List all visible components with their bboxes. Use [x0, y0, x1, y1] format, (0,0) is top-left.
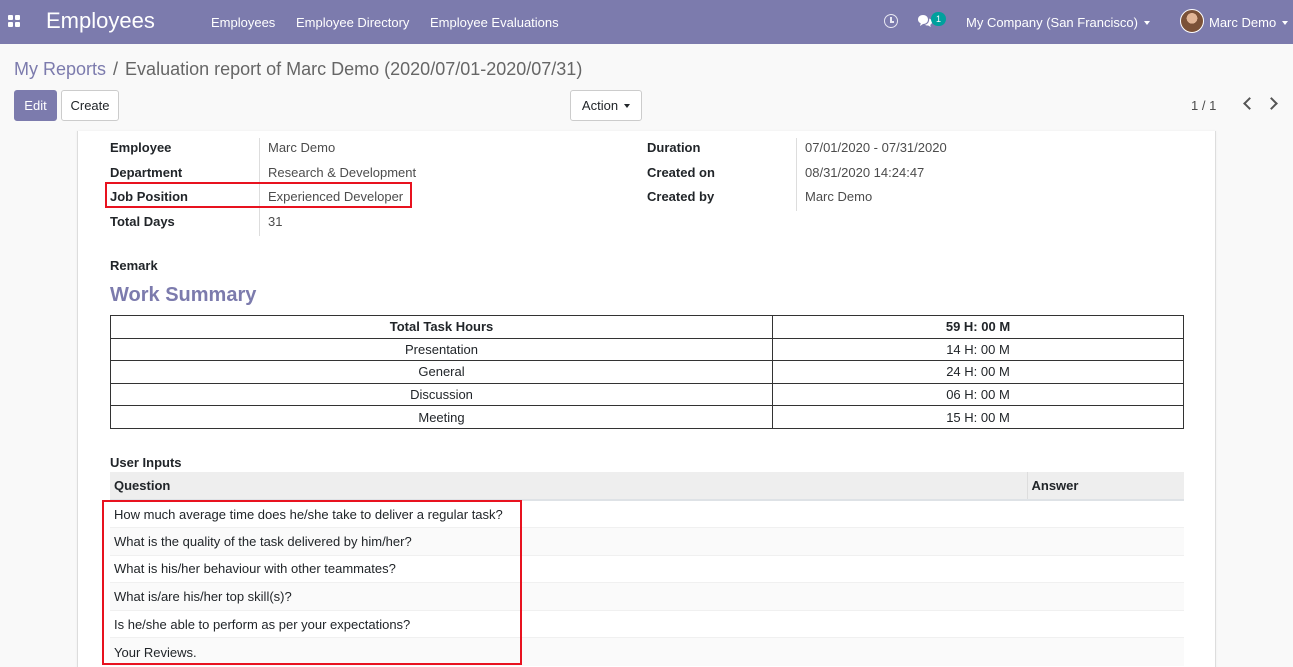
question-column-header[interactable]: Question: [110, 472, 1027, 501]
table-row: Total Task Hours 59 H: 00 M: [110, 315, 1184, 339]
task-hours-cell: 15 H: 00 M: [772, 405, 1184, 429]
breadcrumb: My Reports / Evaluation report of Marc Dem…: [14, 59, 582, 80]
breadcrumb-parent-link[interactable]: My Reports: [14, 59, 106, 79]
answer-cell[interactable]: [1027, 609, 1184, 638]
employee-label: Employee: [110, 140, 172, 155]
user-name: Marc Demo: [1209, 15, 1277, 30]
job-position-highlight-box: [105, 182, 412, 208]
user-menu[interactable]: Marc Demo: [1209, 15, 1289, 30]
task-category-cell: Meeting: [110, 405, 773, 429]
answer-column-header[interactable]: Answer: [1026, 472, 1184, 501]
created-by-label: Created by: [647, 189, 715, 204]
total-task-hours-label: Total Task Hours: [110, 315, 773, 339]
department-label: Department: [110, 165, 183, 180]
company-switcher[interactable]: My Company (San Francisco): [966, 15, 1150, 30]
work-summary-table: Total Task Hours 59 H: 00 M Presentation…: [110, 315, 1184, 429]
user-inputs-label: User Inputs: [110, 455, 182, 470]
table-row: General 24 H: 00 M: [110, 360, 1184, 384]
created-by-value[interactable]: Marc Demo: [805, 189, 872, 204]
created-on-label: Created on: [647, 165, 715, 180]
task-hours-cell: 24 H: 00 M: [772, 360, 1184, 384]
answer-cell[interactable]: [1027, 637, 1184, 666]
activity-clock-icon[interactable]: [884, 14, 898, 28]
task-category-cell: Discussion: [110, 382, 773, 407]
answer-cell[interactable]: [1027, 554, 1184, 583]
answer-cell[interactable]: [1027, 527, 1184, 556]
action-dropdown[interactable]: Action: [570, 90, 642, 121]
chevron-down-icon: [1143, 20, 1150, 25]
answer-cell[interactable]: [1027, 582, 1184, 611]
user-avatar[interactable]: [1180, 9, 1204, 33]
chevron-down-icon: [624, 103, 631, 108]
top-navbar: Employees Employees Employee Directory E…: [0, 0, 1293, 44]
table-row: Discussion 06 H: 00 M: [110, 382, 1184, 407]
task-category-cell: Presentation: [110, 337, 773, 362]
field-separator: [796, 138, 797, 211]
task-category-cell: General: [110, 360, 773, 384]
breadcrumb-separator: /: [113, 59, 119, 79]
remark-label: Remark: [110, 258, 158, 273]
total-days-label: Total Days: [110, 214, 175, 229]
questions-highlight-box: [102, 500, 522, 665]
chevron-down-icon: [1282, 20, 1289, 25]
apps-menu-icon[interactable]: [8, 15, 20, 27]
task-hours-cell: 14 H: 00 M: [772, 337, 1184, 362]
menu-employee-evaluations[interactable]: Employee Evaluations: [430, 15, 559, 30]
pager-previous-icon[interactable]: [1243, 97, 1256, 110]
task-hours-cell: 06 H: 00 M: [772, 382, 1184, 407]
total-task-hours-value: 59 H: 00 M: [772, 315, 1184, 339]
work-summary-title: Work Summary: [110, 284, 257, 306]
duration-value: 07/01/2020 - 07/31/2020: [805, 140, 947, 155]
total-days-value: 31: [268, 214, 283, 229]
table-header-row: Question Answer: [110, 472, 1184, 501]
breadcrumb-current: Evaluation report of Marc Demo (2020/07/…: [125, 59, 583, 79]
message-count-badge: 1: [931, 12, 946, 26]
pager-next-icon[interactable]: [1265, 97, 1278, 110]
duration-label: Duration: [647, 140, 701, 155]
menu-employee-directory[interactable]: Employee Directory: [296, 15, 409, 30]
create-button[interactable]: Create: [61, 90, 119, 121]
company-name: My Company (San Francisco): [966, 15, 1138, 30]
pager-value[interactable]: 1 / 1: [1191, 98, 1216, 113]
table-row: Meeting 15 H: 00 M: [110, 405, 1184, 429]
app-title[interactable]: Employees: [46, 8, 155, 34]
table-row: Presentation 14 H: 00 M: [110, 337, 1184, 362]
employee-value[interactable]: Marc Demo: [268, 140, 335, 155]
action-label: Action: [581, 98, 619, 113]
department-value[interactable]: Research & Development: [268, 165, 416, 180]
edit-button[interactable]: Edit: [14, 90, 57, 121]
created-on-value: 08/31/2020 14:24:47: [805, 165, 925, 180]
menu-employees[interactable]: Employees: [211, 15, 275, 30]
answer-cell[interactable]: [1027, 499, 1184, 528]
